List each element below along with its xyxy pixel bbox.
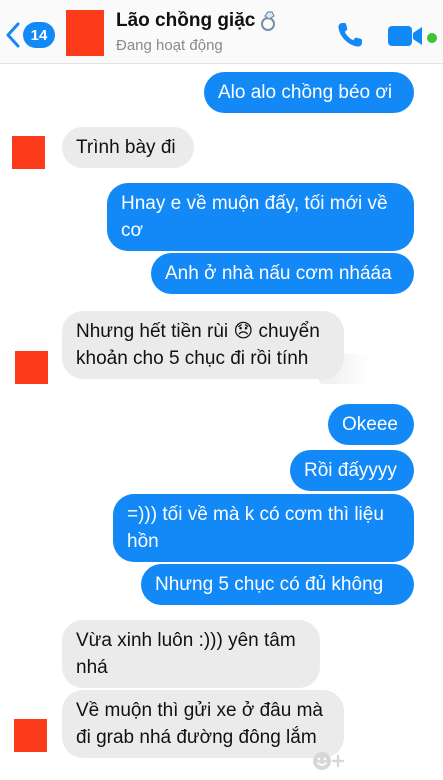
message-bubble-received[interactable]: Vừa xinh luôn :))) yên tâm nhá (62, 620, 320, 688)
message-bubble-sent[interactable]: Okeee (328, 404, 414, 445)
video-camera-icon[interactable] (388, 24, 424, 48)
message-bubble-sent[interactable]: Hnay e về muộn đấy, tối mới về cơ (107, 183, 414, 251)
add-reaction-icon[interactable] (311, 750, 347, 772)
ring-icon (261, 11, 276, 31)
message-bubble-sent[interactable]: =))) tối về mà k có cơm thì liệu hồn (113, 494, 414, 562)
blur-artifact (318, 354, 372, 384)
message-bubble-sent[interactable]: Anh ở nhà nấu cơm nhááa (151, 253, 414, 294)
back-button[interactable]: 14 (6, 18, 62, 52)
message-bubble-sent[interactable]: Rồi đấyyyy (290, 450, 414, 491)
sender-avatar[interactable] (14, 719, 47, 752)
contact-title-row: Lão chồng giặc (116, 10, 316, 32)
message-bubble-sent[interactable]: Nhưng 5 chục có đủ không (141, 564, 414, 605)
unread-count-badge: 14 (23, 22, 55, 48)
contact-avatar[interactable] (66, 10, 104, 56)
contact-name: Lão chồng giặc (116, 10, 256, 31)
active-status: Đang hoạt động (116, 37, 223, 54)
conversation-header: 14 Lão chồng giặc Đang hoạt động (0, 0, 443, 64)
online-indicator (427, 33, 437, 43)
message-bubble-received[interactable]: Về muộn thì gửi xe ở đâu mà đi grab nhá … (62, 690, 344, 758)
phone-icon[interactable] (335, 20, 365, 50)
sender-avatar[interactable] (15, 351, 48, 384)
chevron-left-icon (6, 22, 20, 48)
contact-info[interactable]: Lão chồng giặc Đang hoạt động (116, 10, 316, 54)
message-bubble-received[interactable]: Trình bày đi (62, 127, 194, 168)
message-bubble-sent[interactable]: Alo alo chồng béo ơi (204, 72, 414, 113)
message-bubble-received[interactable]: Nhưng hết tiền rùi 😞 chuyển khoản cho 5 … (62, 311, 344, 379)
sender-avatar[interactable] (12, 136, 45, 169)
